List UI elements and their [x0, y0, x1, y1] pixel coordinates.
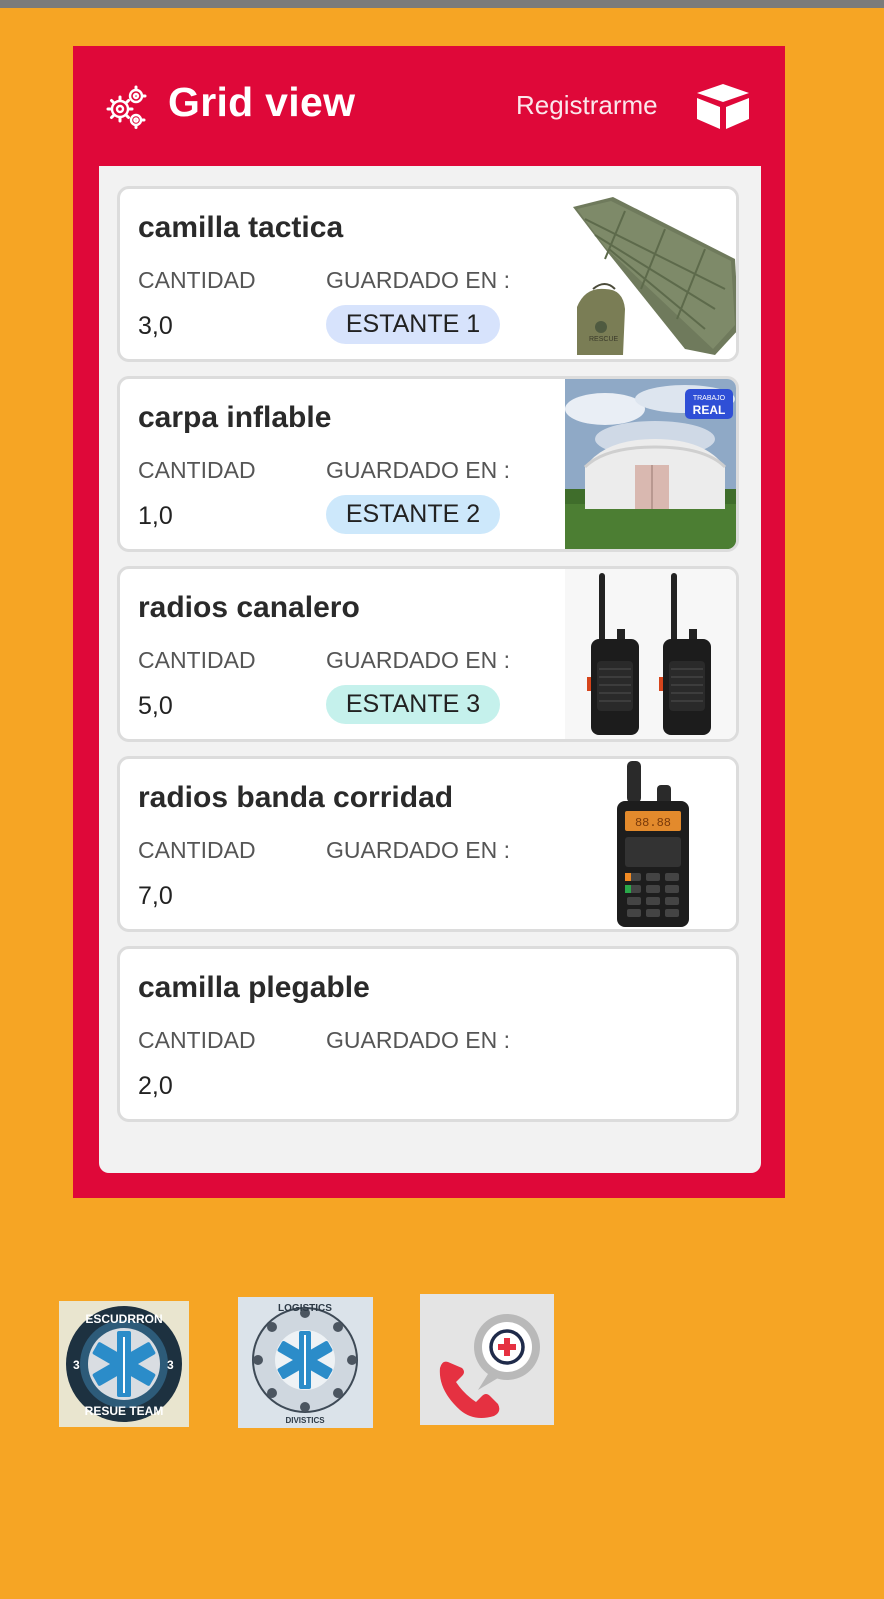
- quantity-value: 7,0: [138, 882, 173, 910]
- logo-text-bottom: DIVISTICS: [285, 1416, 325, 1425]
- list-item[interactable]: radios banda corridad CANTIDAD GUARDADO …: [117, 756, 739, 932]
- escuadron-rescue-team-logo[interactable]: ESCUDRRON RESUE TEAM 3 3: [59, 1301, 189, 1427]
- inflatable-tent-image: TRABAJO REAL: [565, 379, 736, 549]
- grid-view-panel: Grid view Registrarme camilla tactica CA…: [73, 46, 785, 1198]
- item-name: carpa inflable: [138, 401, 332, 434]
- location-badge: ESTANTE 2: [326, 495, 500, 534]
- quantity-value: 3,0: [138, 312, 173, 340]
- logo-text-bottom: RESUE TEAM: [85, 1404, 164, 1418]
- quantity-value: 2,0: [138, 1072, 173, 1100]
- quantity-label: CANTIDAD: [138, 1027, 256, 1053]
- items-list[interactable]: camilla tactica CANTIDAD GUARDADO EN : 3…: [99, 166, 761, 1173]
- list-item[interactable]: carpa inflable CANTIDAD GUARDADO EN : 1,…: [117, 376, 739, 552]
- location-badge: ESTANTE 3: [326, 685, 500, 724]
- svg-text:RESCUE: RESCUE: [589, 336, 619, 343]
- stored-in-label: GUARDADO EN :: [326, 457, 511, 483]
- quantity-label: CANTIDAD: [138, 267, 256, 293]
- logo-text-top: LOGISTICS: [278, 1303, 332, 1314]
- quantity-label: CANTIDAD: [138, 457, 256, 483]
- quantity-label: CANTIDAD: [138, 837, 256, 863]
- register-button[interactable]: Registrarme: [516, 90, 658, 121]
- logo-number-left: 3: [73, 1358, 80, 1372]
- tent-badge-line1: TRABAJO: [693, 395, 726, 402]
- stored-in-label: GUARDADO EN :: [326, 647, 511, 673]
- system-status-bar: [0, 0, 884, 8]
- logistics-logo[interactable]: LOGISTICS DIVISTICS: [238, 1297, 373, 1428]
- logo-number-right: 3: [167, 1358, 174, 1372]
- quantity-value: 1,0: [138, 502, 173, 530]
- page-title: Grid view: [168, 79, 356, 125]
- cube-icon[interactable]: [695, 81, 751, 131]
- walkie-talkie-pair-image: [565, 569, 736, 739]
- quantity-label: CANTIDAD: [138, 647, 256, 673]
- tent-badge-line2: REAL: [693, 403, 726, 417]
- list-item[interactable]: camilla tactica CANTIDAD GUARDADO EN : 3…: [117, 186, 739, 362]
- item-name: camilla plegable: [138, 971, 370, 1004]
- emergency-call-icon[interactable]: [420, 1294, 554, 1425]
- gears-icon[interactable]: [103, 84, 149, 130]
- stored-in-label: GUARDADO EN :: [326, 267, 511, 293]
- tactical-stretcher-image: RESCUE: [565, 189, 736, 359]
- stored-in-label: GUARDADO EN :: [326, 1027, 511, 1053]
- stored-in-label: GUARDADO EN :: [326, 837, 511, 863]
- logo-text-top: ESCUDRRON: [85, 1312, 162, 1326]
- list-item[interactable]: camilla plegable CANTIDAD GUARDADO EN : …: [117, 946, 739, 1122]
- svg-text:88.88: 88.88: [635, 816, 671, 830]
- quantity-value: 5,0: [138, 692, 173, 720]
- location-badge: ESTANTE 1: [326, 305, 500, 344]
- item-name: radios canalero: [138, 591, 360, 624]
- panel-header: Grid view Registrarme: [73, 46, 785, 166]
- dual-band-radio-image: 88.88: [565, 759, 736, 929]
- item-name: radios banda corridad: [138, 781, 454, 814]
- list-item[interactable]: radios canalero CANTIDAD GUARDADO EN : 5…: [117, 566, 739, 742]
- item-name: camilla tactica: [138, 211, 344, 244]
